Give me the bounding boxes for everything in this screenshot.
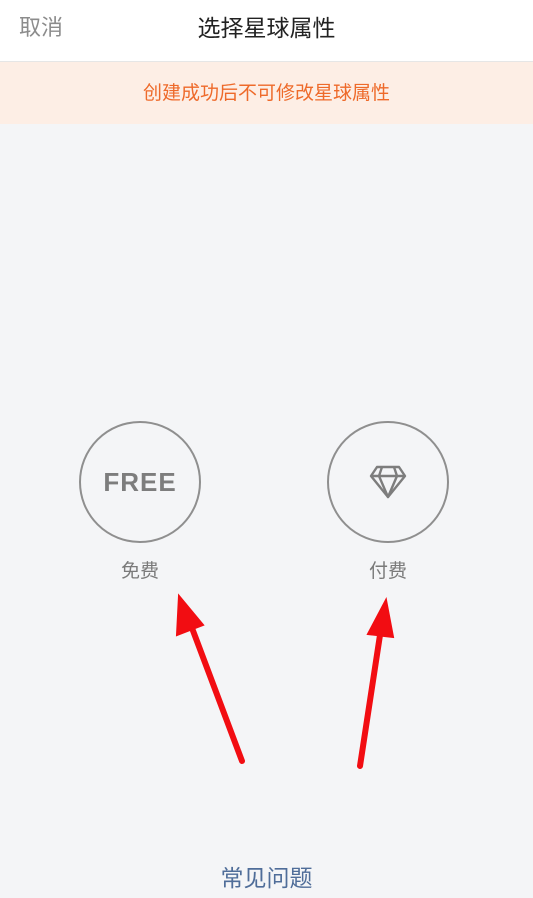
free-badge-icon: FREE [103,466,177,497]
free-option[interactable]: FREE 免费 [78,421,202,584]
arrow-to-free [189,625,245,764]
paid-circle-button[interactable] [327,421,449,543]
arrow-head-paid [366,597,395,639]
arrow-head-free [175,593,205,637]
notice-banner: 创建成功后不可修改星球属性 [0,62,533,124]
diamond-icon [369,465,407,499]
free-option-label: 免费 [120,560,159,582]
arrow-to-paid [357,632,383,769]
paid-option[interactable]: 付费 [326,421,450,584]
faq-link[interactable]: 常见问题 [0,862,533,896]
nav-bar: 取消 选择星球属性 [0,0,533,62]
free-circle-button[interactable]: FREE [79,421,201,543]
page-title: 选择星球属性 [197,16,336,42]
paid-option-label: 付费 [368,560,407,582]
